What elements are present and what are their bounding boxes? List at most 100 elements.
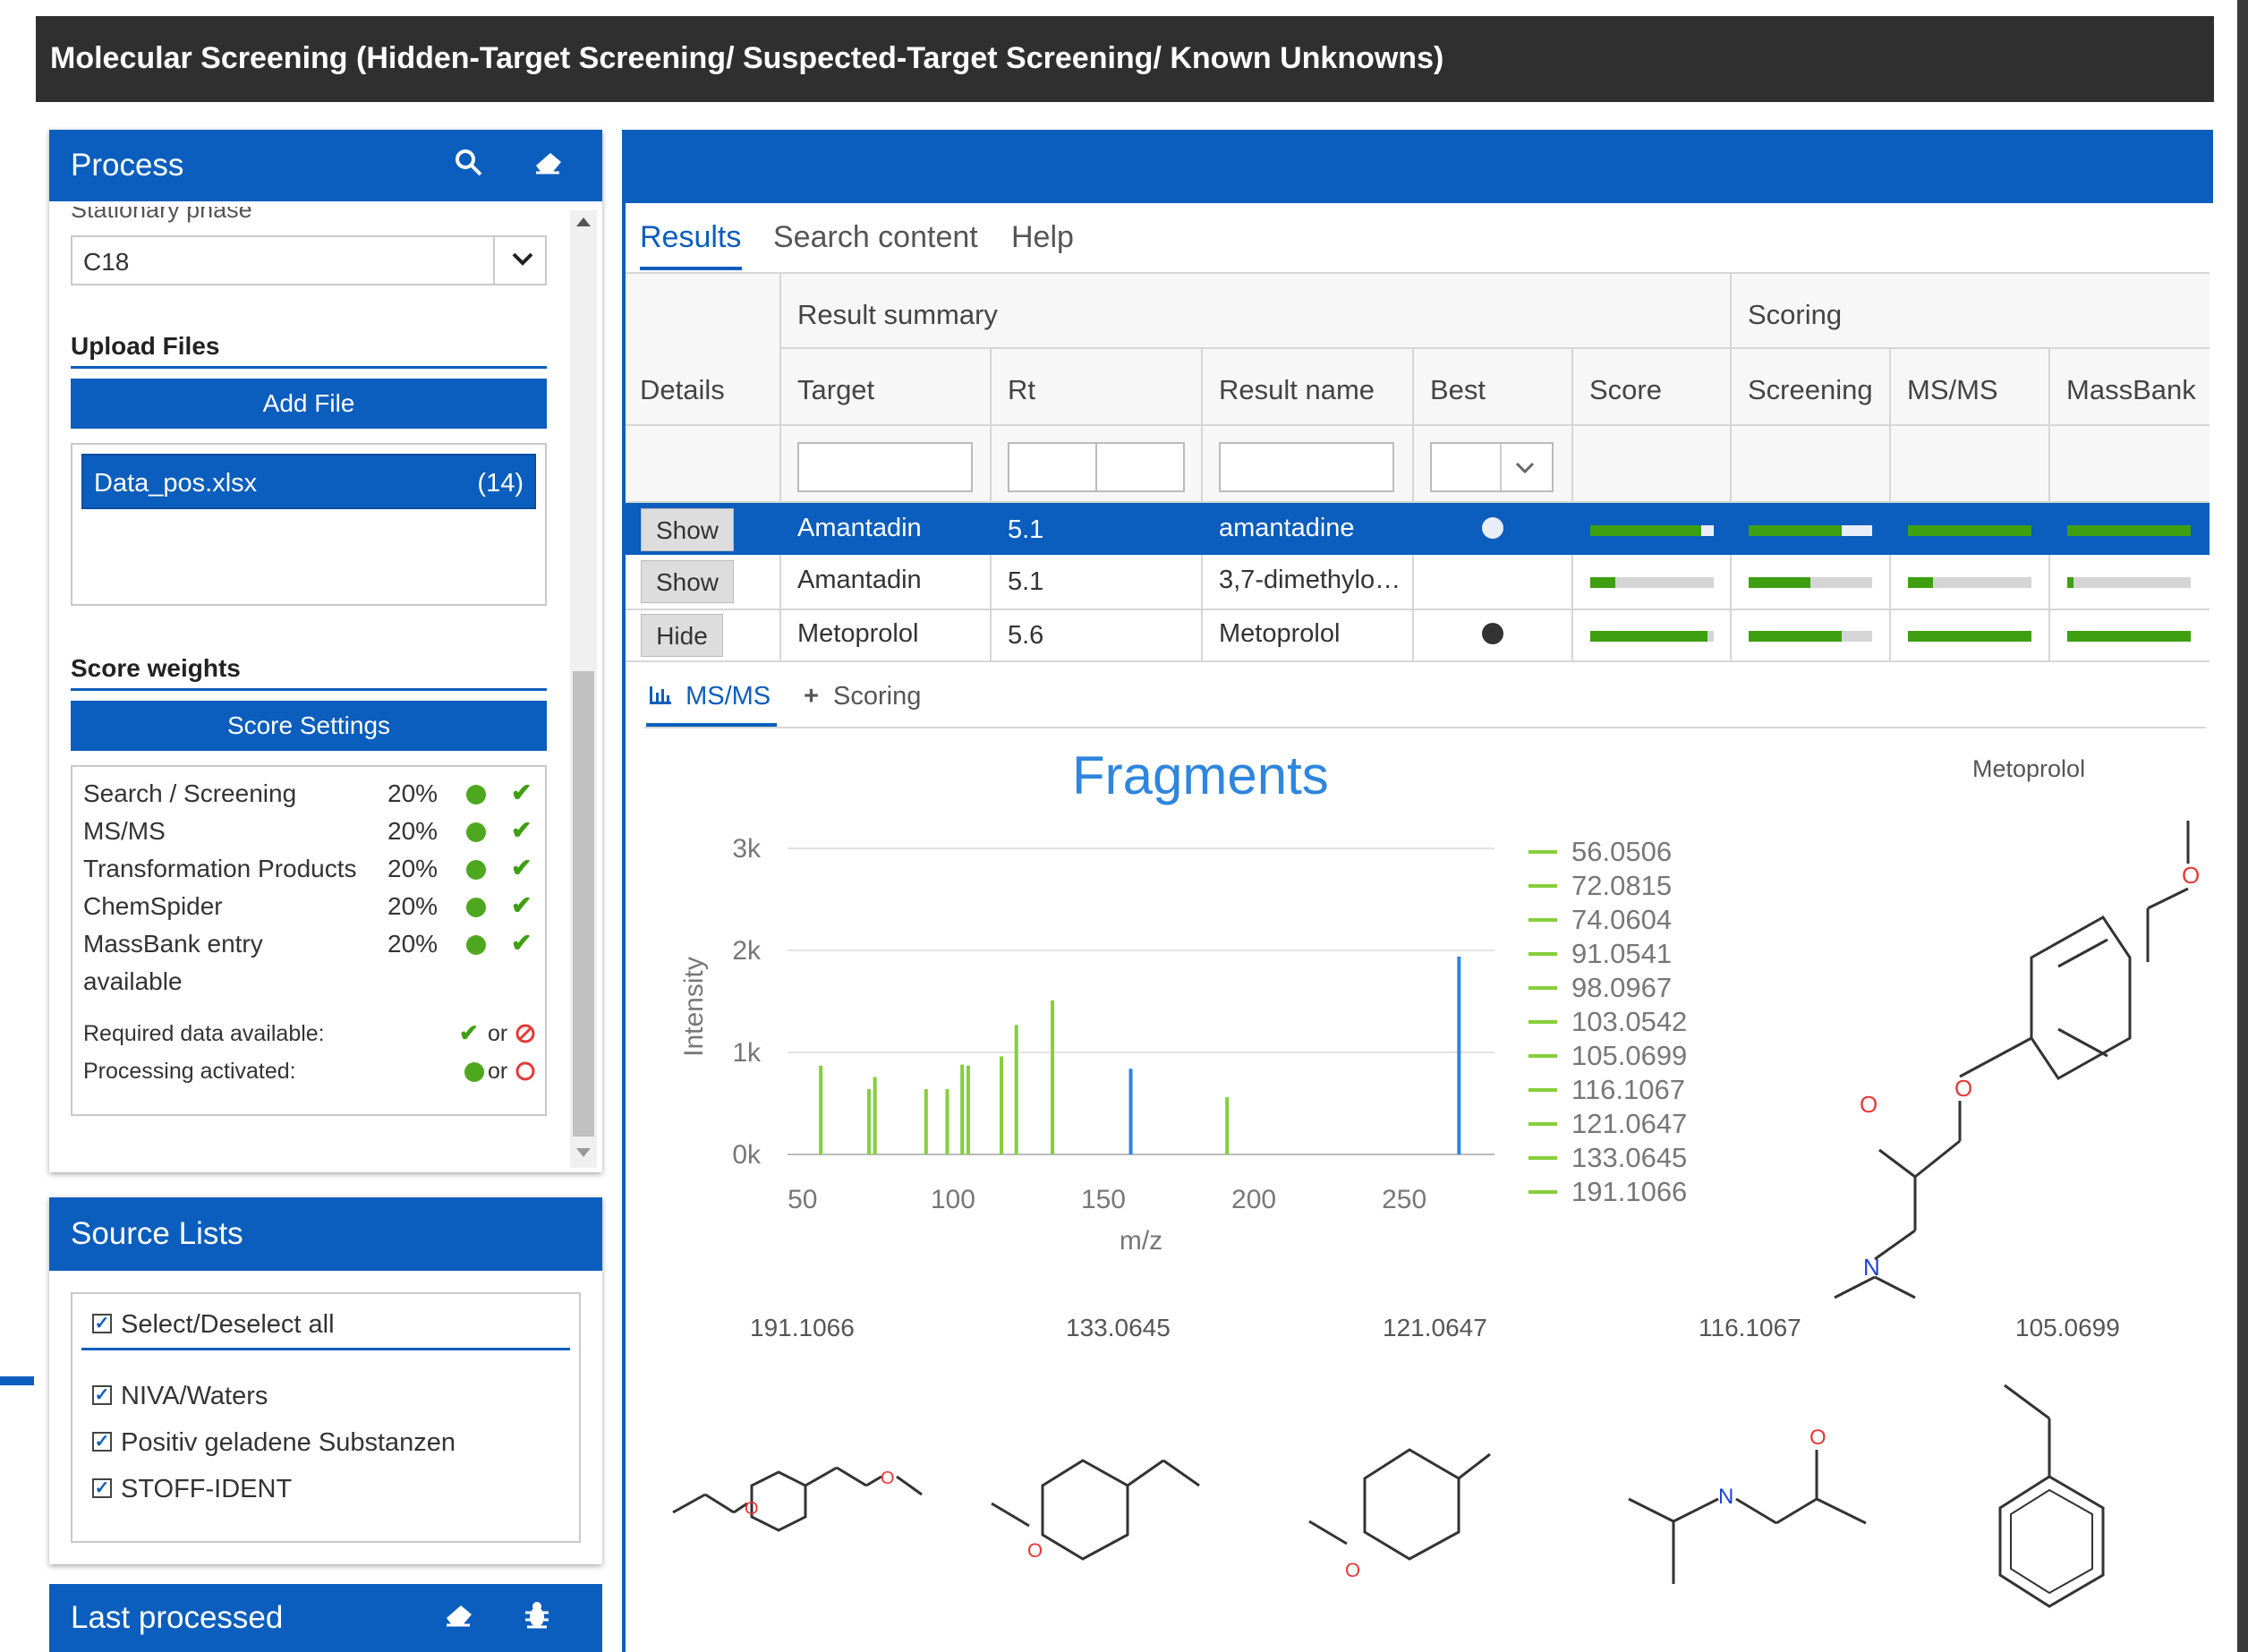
col-screening[interactable]: Screening	[1748, 374, 1873, 406]
eraser-icon[interactable]	[443, 1602, 475, 1636]
hide-button[interactable]: Hide	[641, 614, 723, 657]
score-bar	[1590, 577, 1714, 588]
divider	[71, 366, 547, 369]
score-bar-fill	[1590, 631, 1707, 642]
or-text: or	[488, 1059, 508, 1084]
tab-help[interactable]: Help	[1011, 220, 1074, 255]
or-text: or	[488, 1021, 508, 1046]
weight-name: MS/MS	[83, 817, 166, 845]
y-tick-label: 0k	[732, 1140, 762, 1170]
weight-pct: 20%	[387, 855, 439, 882]
stationary-phase-value: C18	[83, 248, 130, 276]
eraser-icon[interactable]	[532, 149, 565, 183]
add-file-button[interactable]: Add File	[71, 379, 547, 429]
group-scoring: Scoring	[1748, 299, 1843, 330]
svg-text:O: O	[1027, 1539, 1043, 1562]
rt-min-filter-input[interactable]	[1008, 442, 1097, 492]
legend-label: 133.0645	[1571, 1142, 1687, 1173]
check-icon: ✔	[511, 854, 532, 881]
msms-bar	[1908, 631, 2031, 642]
msms-bar-fill	[1908, 525, 2031, 536]
group-result-summary: Result summary	[797, 299, 998, 330]
result-name-filter-input[interactable]	[1219, 442, 1394, 492]
bar-chart-icon	[650, 686, 671, 704]
source-lists-box: ✓ Select/Deselect all ✓ NIVA/Waters ✓ Po…	[71, 1292, 581, 1543]
chevron-down-icon[interactable]	[1514, 460, 1536, 476]
select-all-label: Select/Deselect all	[121, 1310, 335, 1339]
score-bar	[1590, 631, 1714, 642]
col-details[interactable]: Details	[640, 374, 725, 406]
file-name: Data_pos.xlsx	[94, 469, 258, 498]
tab-search-content[interactable]: Search content	[773, 220, 978, 255]
subtab-scoring[interactable]: + Scoring	[804, 682, 921, 711]
rt-max-filter-input[interactable]	[1095, 442, 1185, 492]
legend-label: 91.0541	[1571, 938, 1672, 969]
score-bar	[1590, 525, 1714, 536]
process-scrollbar[interactable]	[570, 210, 597, 1168]
fragment-structure: O O	[672, 1466, 923, 1532]
col-result-name[interactable]: Result name	[1219, 374, 1375, 406]
search-icon[interactable]	[454, 148, 484, 185]
check-icon: ✔	[459, 1019, 479, 1046]
col-best[interactable]: Best	[1430, 374, 1486, 406]
process-panel: Process Stationary phase C18 Upload File…	[49, 130, 602, 1172]
subtab-msms[interactable]: MS/MS	[648, 682, 771, 711]
massbank-bar	[2067, 631, 2191, 642]
x-tick-label: 50	[788, 1185, 817, 1214]
weight-pct: 20%	[387, 930, 439, 958]
source-checkbox[interactable]: ✓	[92, 1385, 112, 1405]
best-filter-select[interactable]	[1430, 442, 1554, 492]
score-weights-box: Search / Screening 20% ✔ MS/MS 20% ✔ Tra…	[71, 765, 547, 1116]
processing-label: Processing activated:	[83, 1059, 296, 1084]
target-filter-input[interactable]	[797, 442, 973, 492]
col-target[interactable]: Target	[797, 374, 874, 406]
scroll-up-icon[interactable]	[576, 217, 591, 226]
scroll-thumb[interactable]	[573, 671, 594, 1137]
fragment-structure: N O	[1628, 1426, 1867, 1584]
svg-text:N: N	[1718, 1485, 1733, 1509]
score-settings-button[interactable]: Score Settings	[71, 701, 547, 751]
source-checkbox[interactable]: ✓	[92, 1478, 112, 1498]
screening-bar-fill	[1749, 631, 1842, 642]
upload-files-label: Upload Files	[71, 332, 220, 360]
col-rt[interactable]: Rt	[1008, 374, 1035, 406]
best-dot-icon	[1482, 623, 1503, 644]
weight-pct: 20%	[387, 817, 439, 845]
weight-pct: 20%	[387, 779, 439, 807]
subtab-scoring-label: Scoring	[833, 682, 922, 711]
source-item-label: Positiv geladene Substanzen	[121, 1428, 456, 1457]
fragment-label: 116.1067	[1699, 1314, 1801, 1341]
svg-text:O: O	[1954, 1075, 1972, 1102]
required-label: Required data available:	[83, 1021, 325, 1046]
screening-bar-fill	[1749, 577, 1810, 588]
col-msms[interactable]: MS/MS	[1907, 374, 1998, 406]
processing-dot	[466, 860, 486, 880]
weight-name: Search / Screening	[83, 779, 297, 807]
spectrum-chart: 0k 1k 2k 3k 50 100 150 200 250 m/z Intensity 56.050…	[679, 834, 1687, 1256]
svg-text:O: O	[1860, 1091, 1878, 1118]
source-item-label: STOFF-IDENT	[121, 1475, 293, 1503]
fragment-label: 191.1066	[750, 1314, 855, 1341]
col-score[interactable]: Score	[1589, 374, 1662, 406]
bug-icon[interactable]	[524, 1600, 550, 1638]
select-all-checkbox[interactable]: ✓	[92, 1314, 112, 1333]
fragment-label: 105.0699	[2015, 1314, 2120, 1341]
show-button[interactable]: Show	[641, 560, 734, 603]
show-button[interactable]: Show	[641, 508, 734, 551]
scroll-down-icon[interactable]	[576, 1148, 591, 1157]
col-massbank[interactable]: MassBank	[2066, 374, 2196, 406]
source-checkbox[interactable]: ✓	[92, 1432, 112, 1452]
best-dot-icon	[1482, 517, 1503, 539]
blocked-icon	[515, 1024, 535, 1043]
stationary-phase-select[interactable]: C18	[71, 235, 547, 285]
results-table: Result summary Scoring Details Target Rt…	[626, 274, 2210, 662]
legend-label: 74.0604	[1571, 904, 1672, 935]
x-tick-label: 200	[1231, 1185, 1276, 1214]
divider	[81, 1348, 570, 1350]
rt-cell: 5.6	[1008, 621, 1044, 650]
weight-name: Transformation Products	[83, 855, 357, 882]
chevron-down-icon[interactable]	[511, 250, 534, 272]
file-item[interactable]: Data_pos.xlsx (14)	[81, 454, 536, 509]
score-bar-fill	[1590, 577, 1615, 588]
tab-results[interactable]: Results	[640, 220, 741, 255]
